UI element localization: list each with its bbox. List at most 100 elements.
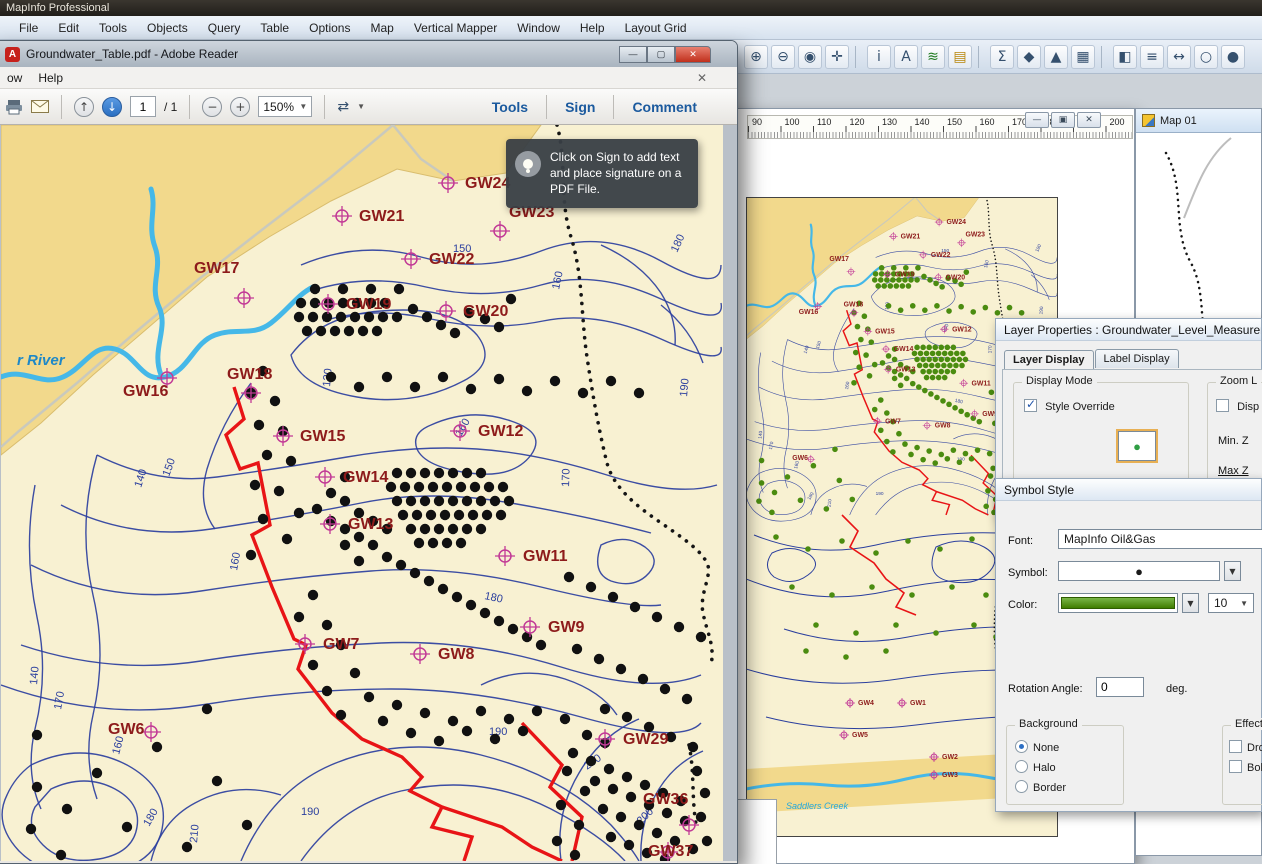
menu-options[interactable]: Options	[300, 18, 359, 38]
minimize-icon[interactable]: —	[619, 46, 647, 63]
restore-icon[interactable]: ▣	[1051, 112, 1075, 128]
radio-border[interactable]: Border	[1015, 780, 1066, 794]
chevron-down-icon[interactable]: ▼	[357, 102, 365, 111]
effects-options: Drop Bold	[1229, 734, 1262, 780]
gw-label: GW12	[952, 326, 972, 333]
menu-vertical-mapper[interactable]: Vertical Mapper	[405, 18, 506, 38]
style-override-checkbox[interactable]: Style Override	[1024, 399, 1115, 413]
color-dropdown-icon[interactable]: ▼	[1182, 593, 1199, 613]
river-label: r River	[17, 352, 66, 369]
clip-region-icon[interactable]: ○	[1194, 45, 1218, 69]
zoom-out-icon[interactable]: −	[202, 97, 222, 117]
display-within-checkbox[interactable]: Disp	[1216, 399, 1259, 413]
menu-file[interactable]: File	[10, 18, 47, 38]
symbol-style-titlebar[interactable]: Symbol Style	[996, 479, 1261, 501]
gw-label: GW29	[623, 731, 668, 748]
font-select[interactable]: MapInfo Oil&Gas	[1058, 529, 1262, 549]
print-icon[interactable]	[5, 99, 23, 115]
radio-none[interactable]: None	[1015, 740, 1066, 754]
menu-help[interactable]: Help	[38, 71, 63, 85]
fit-width-icon[interactable]: ⇄	[337, 99, 349, 115]
zoom-out-icon[interactable]: ⊖	[771, 45, 795, 69]
adobe-titlebar[interactable]: A Groundwater_Table.pdf - Adobe Reader —…	[0, 41, 737, 67]
gw-label: GW22	[931, 252, 951, 259]
tools-button[interactable]: Tools	[478, 99, 542, 115]
ruler-number: 90	[752, 117, 762, 127]
map01-title: Map 01	[1160, 115, 1197, 127]
map01-titlebar[interactable]: Map 01	[1136, 109, 1261, 133]
gw-label: GW7	[323, 636, 360, 653]
next-page-icon[interactable]: ↓	[102, 97, 122, 117]
legend-icon[interactable]: ▤	[948, 45, 972, 69]
menu-edit[interactable]: Edit	[49, 18, 88, 38]
menu-window-partial[interactable]: ow	[7, 71, 22, 85]
redistrict-icon[interactable]: ◧	[1113, 45, 1137, 69]
sign-tooltip: Click on Sign to add text and place sign…	[506, 139, 698, 208]
comment-button[interactable]: Comment	[618, 99, 711, 115]
gw-label: GW15	[300, 428, 345, 445]
menu-window[interactable]: Window	[508, 18, 569, 38]
close-icon[interactable]: ✕	[675, 46, 711, 63]
checkbox-drop[interactable]: Drop	[1229, 740, 1262, 754]
symbol-preview-button[interactable]: ●	[1118, 431, 1156, 461]
menu-objects[interactable]: Objects	[138, 18, 197, 38]
svg-text:140: 140	[28, 666, 42, 685]
menu-query[interactable]: Query	[199, 18, 250, 38]
minimize-icon[interactable]: —	[1025, 112, 1049, 128]
close-icon[interactable]: ✕	[1077, 112, 1101, 128]
email-icon[interactable]	[31, 100, 49, 113]
layers-icon[interactable]: ≋	[921, 45, 945, 69]
tab-label-display[interactable]: Label Display	[1095, 349, 1179, 368]
menu-tools[interactable]: Tools	[90, 18, 136, 38]
pan-icon[interactable]: ✛	[825, 45, 849, 69]
tab-layer-display[interactable]: Layer Display	[1004, 350, 1094, 369]
checkbox-bold[interactable]: Bold	[1229, 760, 1262, 774]
svg-text:190: 190	[301, 806, 319, 818]
menu-help[interactable]: Help	[571, 18, 614, 38]
gw-label: GW11	[972, 380, 991, 387]
symbol-dropdown-icon[interactable]: ▼	[1224, 561, 1241, 581]
swap-views-icon[interactable]: ↔	[1167, 45, 1191, 69]
change-view-icon[interactable]: ◉	[798, 45, 822, 69]
geoset-icon[interactable]: ◆	[1017, 45, 1041, 69]
statistics-icon[interactable]: ●	[1221, 45, 1245, 69]
toolbar-separator	[1101, 46, 1107, 68]
zoom-value: 150%	[263, 100, 294, 114]
previous-page-icon[interactable]: ↑	[74, 97, 94, 117]
layer-properties-titlebar[interactable]: Layer Properties : Groundwater_Level_Mea…	[996, 319, 1261, 341]
zoom-in-icon[interactable]: ⊕	[744, 45, 768, 69]
adobe-reader-window[interactable]: A Groundwater_Table.pdf - Adobe Reader —…	[0, 40, 738, 864]
separator	[189, 95, 190, 119]
zoom-level-select[interactable]: 150% ▼	[258, 96, 312, 117]
gw-label: GW4	[858, 700, 874, 707]
color-select[interactable]	[1058, 593, 1178, 613]
groundwater-map[interactable]: 1501801601901301401501701601801902002101…	[1, 125, 723, 861]
rotation-input[interactable]	[1096, 677, 1144, 697]
symbol-select[interactable]: ●	[1058, 561, 1220, 581]
maximize-icon[interactable]: ▢	[647, 46, 675, 63]
menu-table[interactable]: Table	[251, 18, 298, 38]
radio-label: Halo	[1033, 762, 1056, 774]
close-icon[interactable]: ✕	[697, 71, 707, 85]
pdf-page-area[interactable]: 1501801601901301401501701601801902002101…	[0, 125, 737, 861]
chevron-down-icon: ▼	[1240, 599, 1248, 608]
map-icon	[1142, 114, 1155, 127]
grid-icon[interactable]: ≡	[1140, 45, 1164, 69]
info-tool-icon[interactable]: i	[867, 45, 891, 69]
radio-halo[interactable]: Halo	[1015, 760, 1066, 774]
ruler-number: 120	[850, 117, 865, 127]
sign-button[interactable]: Sign	[551, 99, 609, 115]
ruler-number: 160	[980, 117, 995, 127]
menu-layout-grid[interactable]: Layout Grid	[616, 18, 696, 38]
zoom-in-icon[interactable]: +	[230, 97, 250, 117]
sql-select-icon[interactable]: Σ	[990, 45, 1014, 69]
district-icon[interactable]: ▦	[1071, 45, 1095, 69]
adobe-menubar: ow Help ✕	[0, 67, 737, 89]
page-number-input[interactable]	[130, 96, 156, 117]
size-select[interactable]: 10 ▼	[1208, 593, 1254, 613]
label-tool-icon[interactable]: A	[894, 45, 918, 69]
menu-map[interactable]: Map	[361, 18, 402, 38]
symbol-style-dialog[interactable]: Symbol Style Font: MapInfo Oil&Gas Symbo…	[995, 478, 1262, 812]
graph-icon[interactable]: ▲	[1044, 45, 1068, 69]
font-label: Font:	[1008, 535, 1033, 547]
